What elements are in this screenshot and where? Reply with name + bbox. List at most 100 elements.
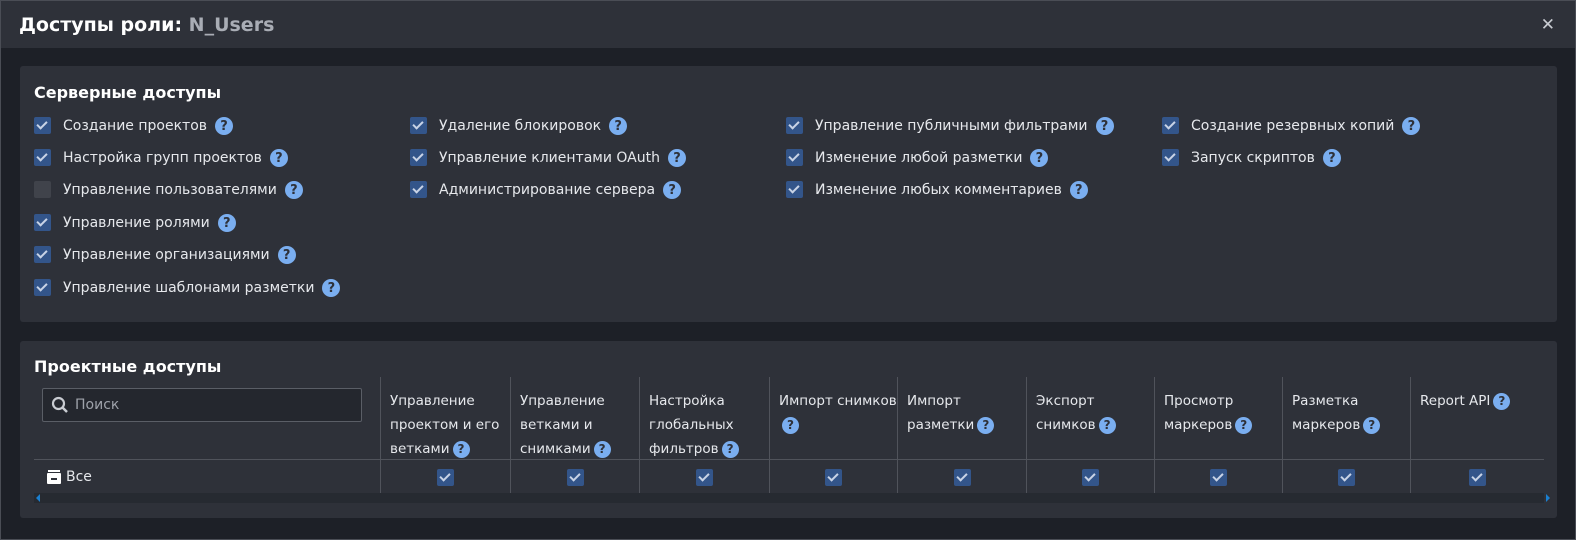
permission-label: Настройка групп проектов xyxy=(63,150,262,166)
server-permission-item[interactable]: Управление клиентами OAuth? xyxy=(410,148,686,168)
scroll-left-icon[interactable] xyxy=(36,494,40,502)
help-icon[interactable]: ? xyxy=(609,117,627,135)
permission-label: Изменение любой разметки xyxy=(815,150,1022,166)
column-header: Настройка глобальных фильтров? xyxy=(649,389,767,461)
permission-checkbox[interactable] xyxy=(1162,149,1179,166)
permission-checkbox[interactable] xyxy=(34,246,51,263)
permission-checkbox[interactable] xyxy=(34,279,51,296)
permission-checkbox[interactable] xyxy=(786,149,803,166)
permission-column: Разметка маркеров? xyxy=(1282,377,1410,493)
permission-checkbox[interactable] xyxy=(1162,117,1179,134)
column-header: Импорт разметки? xyxy=(907,389,1025,437)
server-permission-item[interactable]: Управление шаблонами разметки? xyxy=(34,278,340,298)
server-permission-item[interactable]: Управление организациями? xyxy=(34,245,296,265)
search-input[interactable] xyxy=(75,397,345,413)
help-icon[interactable]: ? xyxy=(218,214,236,232)
permission-column: Настройка глобальных фильтров? xyxy=(639,377,769,493)
permission-column: Просмотр маркеров? xyxy=(1154,377,1282,493)
help-icon[interactable]: ? xyxy=(1363,417,1380,434)
row-all: Все xyxy=(46,469,92,485)
help-icon[interactable]: ? xyxy=(1096,117,1114,135)
server-permission-item[interactable]: Создание проектов? xyxy=(34,116,233,136)
help-icon[interactable]: ? xyxy=(215,117,233,135)
close-icon[interactable]: ✕ xyxy=(1541,15,1555,35)
server-permission-item[interactable]: Администрирование сервера? xyxy=(410,180,681,200)
column-label: Экспорт снимков xyxy=(1036,393,1096,433)
help-icon[interactable]: ? xyxy=(1493,393,1510,410)
column-header: Просмотр маркеров? xyxy=(1164,389,1282,437)
column-checkbox[interactable] xyxy=(1082,469,1099,486)
column-label: Настройка глобальных фильтров xyxy=(649,393,734,457)
server-permission-item[interactable]: Управление ролями? xyxy=(34,213,236,233)
column-label: Управление ветками и снимками xyxy=(520,393,605,457)
help-icon[interactable]: ? xyxy=(668,149,686,167)
server-permission-item[interactable]: Создание резервных копий? xyxy=(1162,116,1420,136)
help-icon[interactable]: ? xyxy=(977,417,994,434)
permission-column: Управление ветками и снимками? xyxy=(510,377,639,493)
horizontal-scrollbar[interactable] xyxy=(34,493,1544,503)
help-icon[interactable]: ? xyxy=(663,181,681,199)
server-permission-item[interactable]: Изменение любой разметки? xyxy=(786,148,1048,168)
help-icon[interactable]: ? xyxy=(722,441,739,458)
permission-label: Запуск скриптов xyxy=(1191,150,1315,166)
column-header: Импорт снимков? xyxy=(779,389,897,437)
archive-icon xyxy=(46,469,62,485)
permission-label: Управление организациями xyxy=(63,247,270,263)
column-header: Report API? xyxy=(1420,389,1538,413)
dialog-header: Доступы роли: N_Users ✕ xyxy=(1,1,1575,48)
column-checkbox[interactable] xyxy=(1210,469,1227,486)
help-icon[interactable]: ? xyxy=(1070,181,1088,199)
server-permission-item[interactable]: Управление публичными фильтрами? xyxy=(786,116,1114,136)
permission-column: Управление проектом и его ветками? xyxy=(380,377,510,493)
permission-checkbox[interactable] xyxy=(34,214,51,231)
server-permission-item[interactable]: Запуск скриптов? xyxy=(1162,148,1341,168)
permission-checkbox[interactable] xyxy=(786,117,803,134)
column-checkbox[interactable] xyxy=(825,469,842,486)
help-icon[interactable]: ? xyxy=(322,279,340,297)
help-icon[interactable]: ? xyxy=(1235,417,1252,434)
server-permission-item[interactable]: Изменение любых комментариев? xyxy=(786,180,1088,200)
column-label: Report API xyxy=(1420,393,1490,409)
permission-checkbox[interactable] xyxy=(34,181,51,198)
column-label: Просмотр маркеров xyxy=(1164,393,1233,433)
permission-label: Управление ролями xyxy=(63,215,210,231)
help-icon[interactable]: ? xyxy=(453,441,470,458)
server-permission-item[interactable]: Настройка групп проектов? xyxy=(34,148,288,168)
server-permission-item[interactable]: Удаление блокировок? xyxy=(410,116,627,136)
help-icon[interactable]: ? xyxy=(1402,117,1420,135)
help-icon[interactable]: ? xyxy=(278,246,296,264)
server-permission-item[interactable]: Управление пользователями? xyxy=(34,180,303,200)
permission-checkbox[interactable] xyxy=(410,117,427,134)
permission-column: Импорт снимков? xyxy=(769,377,897,493)
permission-checkbox[interactable] xyxy=(410,181,427,198)
permission-label: Администрирование сервера xyxy=(439,182,655,198)
dialog-title: Доступы роли: N_Users xyxy=(19,14,274,36)
column-checkbox[interactable] xyxy=(696,469,713,486)
scroll-right-icon[interactable] xyxy=(1546,494,1550,502)
column-checkbox[interactable] xyxy=(1469,469,1486,486)
permission-checkbox[interactable] xyxy=(34,117,51,134)
help-icon[interactable]: ? xyxy=(1030,149,1048,167)
help-icon[interactable]: ? xyxy=(594,441,611,458)
column-checkbox[interactable] xyxy=(437,469,454,486)
help-icon[interactable]: ? xyxy=(285,181,303,199)
help-icon[interactable]: ? xyxy=(1323,149,1341,167)
project-access-title: Проектные доступы xyxy=(34,357,221,376)
column-header: Экспорт снимков? xyxy=(1036,389,1154,437)
permission-checkbox[interactable] xyxy=(786,181,803,198)
column-checkbox[interactable] xyxy=(954,469,971,486)
permission-checkbox[interactable] xyxy=(410,149,427,166)
search-field[interactable] xyxy=(42,388,362,422)
permission-checkbox[interactable] xyxy=(34,149,51,166)
column-checkbox[interactable] xyxy=(567,469,584,486)
permission-column: Экспорт снимков? xyxy=(1026,377,1154,493)
permission-label: Изменение любых комментариев xyxy=(815,182,1062,198)
server-access-panel: Серверные доступы Создание проектов?Наст… xyxy=(20,66,1557,322)
permission-column: Report API? xyxy=(1410,377,1544,493)
help-icon[interactable]: ? xyxy=(782,417,799,434)
column-header: Управление ветками и снимками? xyxy=(520,389,638,461)
help-icon[interactable]: ? xyxy=(1099,417,1116,434)
column-checkbox[interactable] xyxy=(1338,469,1355,486)
title-text: Доступы роли: xyxy=(19,14,182,36)
help-icon[interactable]: ? xyxy=(270,149,288,167)
